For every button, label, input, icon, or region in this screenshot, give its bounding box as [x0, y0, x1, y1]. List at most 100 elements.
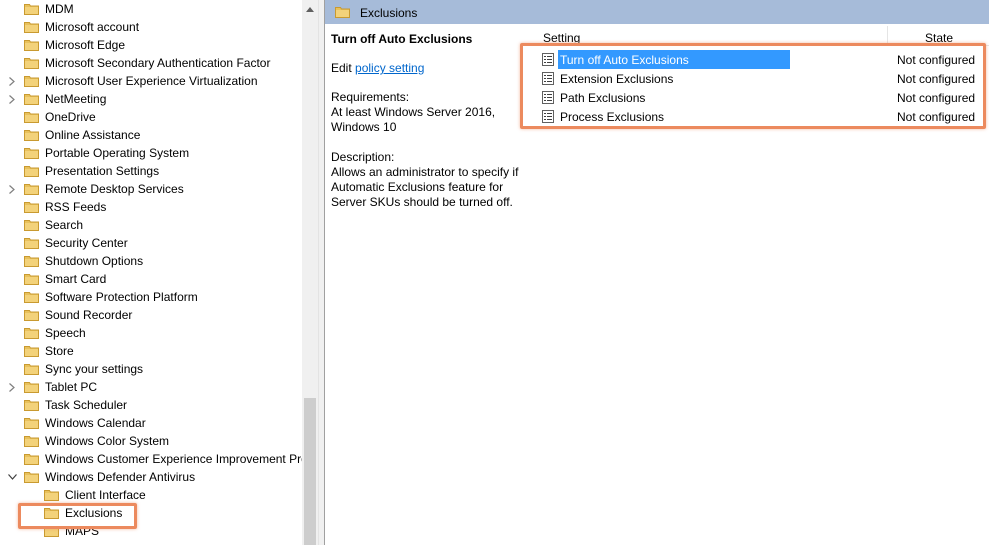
folder-icon [24, 166, 39, 177]
tree-item[interactable]: MDM [0, 0, 302, 18]
tree-item-label: Shutdown Options [45, 254, 144, 268]
folder-icon [24, 112, 39, 123]
tree-item-label: Security Center [45, 236, 128, 250]
tree-item[interactable]: Task Scheduler [0, 396, 302, 414]
tree-scrollbar[interactable] [302, 0, 318, 545]
description-panel: Turn off Auto Exclusions Edit policy set… [331, 32, 531, 210]
tree-item[interactable]: Windows Defender Antivirus [0, 468, 302, 486]
folder-icon [24, 130, 39, 141]
folder-icon [24, 148, 39, 159]
tree-item[interactable]: Microsoft User Experience Virtualization [0, 72, 302, 90]
tree-item-label: Windows Defender Antivirus [45, 470, 196, 484]
scroll-up-arrow-icon[interactable] [302, 0, 318, 18]
tree-item-label: Windows Color System [45, 434, 170, 448]
description-text: Allows an administrator to specify if Au… [331, 165, 519, 209]
policy-setting-link[interactable]: policy setting [355, 61, 424, 75]
tree-item[interactable]: Remote Desktop Services [0, 180, 302, 198]
tree-item[interactable]: RSS Feeds [0, 198, 302, 216]
tree-item-label: Microsoft Edge [45, 38, 126, 52]
chevron-right-icon[interactable] [7, 94, 17, 104]
tree-item-label: MDM [45, 2, 74, 16]
tree-item-label: Sound Recorder [45, 308, 133, 322]
tree-item[interactable]: Presentation Settings [0, 162, 302, 180]
tree-item[interactable]: Store [0, 342, 302, 360]
highlight-box-exclusions [18, 503, 137, 529]
tree-item-label: Software Protection Platform [45, 290, 198, 304]
scrollbar-thumb[interactable] [304, 398, 316, 545]
folder-icon [24, 40, 39, 51]
tree-item-label: Microsoft account [45, 20, 140, 34]
tree-item-label: OneDrive [45, 110, 96, 124]
tree-item[interactable]: Online Assistance [0, 126, 302, 144]
tree-item[interactable]: Tablet PC [0, 378, 302, 396]
tree-item[interactable]: Windows Color System [0, 432, 302, 450]
chevron-down-icon[interactable] [7, 472, 17, 482]
tree-item[interactable]: Security Center [0, 234, 302, 252]
folder-icon [24, 292, 39, 303]
folder-icon [44, 490, 59, 501]
tree-item[interactable]: Search [0, 216, 302, 234]
description-label: Description: [331, 150, 395, 164]
requirements-text: At least Windows Server 2016, Windows 10 [331, 105, 496, 134]
tree-pane: MDM Microsoft account Microsoft Edge Micros… [0, 0, 302, 545]
folder-icon [24, 76, 39, 87]
tree-item-label: Speech [45, 326, 86, 340]
tree-item[interactable]: Shutdown Options [0, 252, 302, 270]
folder-icon [24, 436, 39, 447]
edit-line: Edit policy setting [331, 61, 531, 76]
tree-item[interactable]: OneDrive [0, 108, 302, 126]
tree-item-label: Portable Operating System [45, 146, 190, 160]
folder-icon [24, 310, 39, 321]
tree-item[interactable]: Software Protection Platform [0, 288, 302, 306]
edit-prefix: Edit [331, 61, 356, 75]
folder-icon [24, 220, 39, 231]
folder-icon [24, 418, 39, 429]
tree-item-label: Microsoft User Experience Virtualization [45, 74, 258, 88]
tree-item[interactable]: Sync your settings [0, 360, 302, 378]
tree-item[interactable]: NetMeeting [0, 90, 302, 108]
tree-item[interactable]: Smart Card [0, 270, 302, 288]
column-separator[interactable] [887, 26, 888, 44]
right-header: Exclusions [325, 0, 989, 24]
tree-item-label: Client Interface [65, 488, 146, 502]
tree-item[interactable]: Portable Operating System [0, 144, 302, 162]
header-title: Exclusions [360, 6, 418, 20]
folder-icon [24, 364, 39, 375]
tree-item[interactable]: Client Interface [0, 486, 302, 504]
tree-item-label: Sync your settings [45, 362, 144, 376]
tree-item[interactable]: Windows Calendar [0, 414, 302, 432]
tree-item[interactable]: Microsoft Secondary Authentication Facto… [0, 54, 302, 72]
folder-icon [24, 4, 39, 15]
tree-item-label: Presentation Settings [45, 164, 160, 178]
folder-icon [24, 346, 39, 357]
tree-item-label: Remote Desktop Services [45, 182, 184, 196]
tree-item[interactable]: Speech [0, 324, 302, 342]
chevron-right-icon[interactable] [7, 184, 17, 194]
tree-item-label: Search [45, 218, 84, 232]
folder-icon [24, 202, 39, 213]
folder-icon [24, 22, 39, 33]
tree-item-label: Task Scheduler [45, 398, 128, 412]
folder-icon [24, 184, 39, 195]
folder-icon [24, 454, 39, 465]
tree-item[interactable]: Windows Customer Experience Improvement … [0, 450, 302, 468]
tree-item[interactable]: Microsoft Edge [0, 36, 302, 54]
folder-icon [24, 94, 39, 105]
chevron-right-icon[interactable] [7, 382, 17, 392]
folder-icon [24, 382, 39, 393]
folder-icon [24, 472, 39, 483]
chevron-right-icon[interactable] [7, 76, 17, 86]
tree-item[interactable]: Sound Recorder [0, 306, 302, 324]
tree-item[interactable]: Microsoft account [0, 18, 302, 36]
highlight-box-settings [520, 43, 986, 129]
folder-icon [24, 58, 39, 69]
folder-icon [24, 274, 39, 285]
tree-item-label: RSS Feeds [45, 200, 107, 214]
folder-icon [24, 328, 39, 339]
tree-item-label: Store [45, 344, 74, 358]
tree-item-label: Tablet PC [45, 380, 98, 394]
tree-item-label: Smart Card [45, 272, 107, 286]
tree-item-label: Microsoft Secondary Authentication Facto… [45, 56, 271, 70]
folder-icon [24, 400, 39, 411]
tree-item-label: NetMeeting [45, 92, 107, 106]
